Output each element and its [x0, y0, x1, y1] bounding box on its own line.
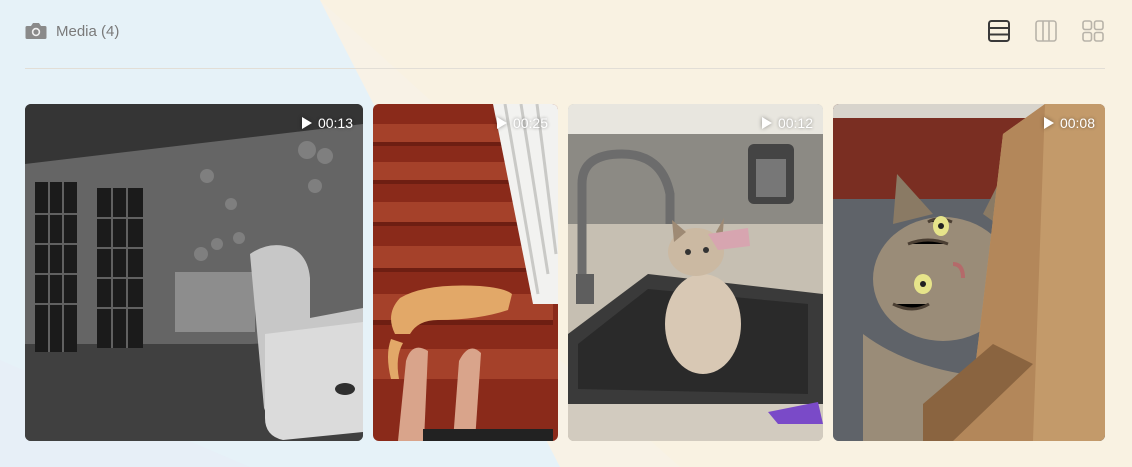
duration-badge: 00:12: [761, 115, 813, 131]
play-icon: [496, 117, 507, 129]
play-icon: [301, 117, 312, 129]
play-icon: [761, 117, 772, 129]
media-grid: 00:13 00:25 00:12 00:08: [25, 104, 1105, 441]
grid-icon: [1082, 20, 1104, 42]
duration-label: 00:08: [1059, 115, 1095, 131]
camera-icon: [25, 22, 47, 40]
columns-icon: [1035, 20, 1057, 42]
duration-badge: 00:13: [301, 115, 353, 131]
duration-badge: 00:25: [496, 115, 548, 131]
media-header: Media (4): [25, 14, 1105, 48]
duration-label: 00:13: [317, 115, 353, 131]
media-card[interactable]: 00:25: [373, 104, 558, 441]
video-thumbnail: [568, 104, 823, 441]
play-icon: [1043, 117, 1054, 129]
media-card[interactable]: 00:08: [833, 104, 1105, 441]
media-title: Media (4): [56, 22, 120, 40]
media-title-group: Media (4): [25, 22, 119, 40]
columns-view-button[interactable]: [1034, 19, 1058, 43]
duration-label: 00:25: [512, 115, 548, 131]
media-card[interactable]: 00:13: [25, 104, 363, 441]
media-card[interactable]: 00:12: [568, 104, 823, 441]
duration-badge: 00:08: [1043, 115, 1095, 131]
header-divider: [25, 68, 1105, 69]
video-thumbnail: [373, 104, 558, 441]
duration-label: 00:12: [777, 115, 813, 131]
rows-icon: [988, 20, 1010, 42]
view-mode-toggle: [987, 19, 1105, 43]
rows-view-button[interactable]: [987, 19, 1011, 43]
video-thumbnail: [25, 104, 363, 441]
video-thumbnail: [833, 104, 1105, 441]
grid-view-button[interactable]: [1081, 19, 1105, 43]
